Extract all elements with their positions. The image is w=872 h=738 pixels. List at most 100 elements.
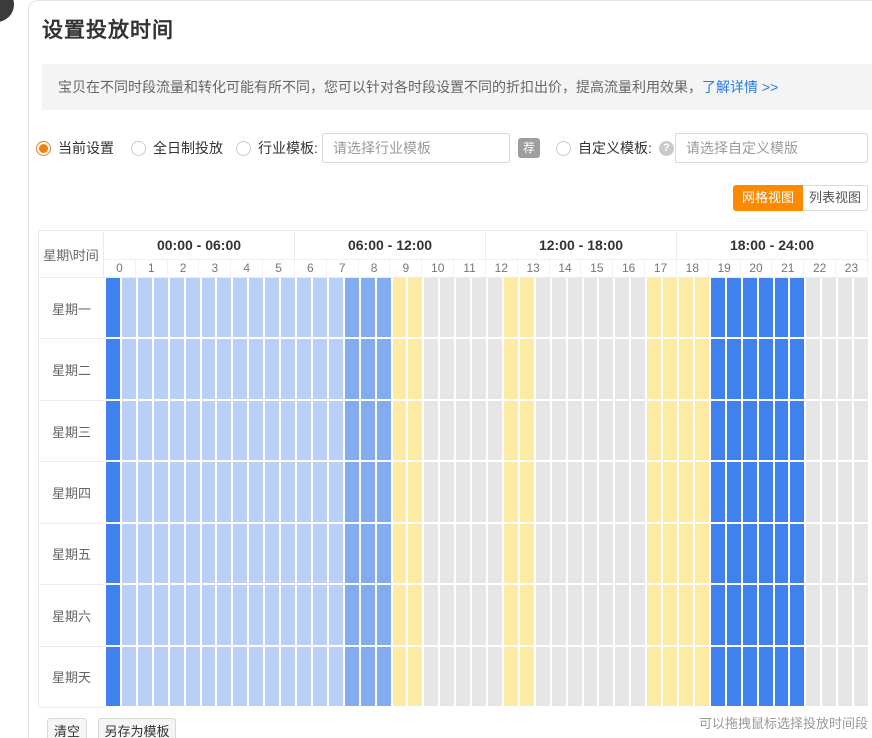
time-slot-cell[interactable] bbox=[329, 278, 343, 337]
time-slot-cell[interactable] bbox=[806, 585, 820, 644]
time-slot-cell[interactable] bbox=[568, 524, 582, 583]
time-slot-cell[interactable] bbox=[520, 585, 534, 644]
custom-template-select[interactable] bbox=[675, 133, 868, 163]
time-slot-cell[interactable] bbox=[440, 585, 454, 644]
time-slot-cell[interactable] bbox=[647, 401, 661, 460]
time-slot-cell[interactable] bbox=[361, 524, 375, 583]
time-slot-cell[interactable] bbox=[249, 339, 263, 398]
time-slot-cell[interactable] bbox=[456, 339, 470, 398]
time-slot-cell[interactable] bbox=[106, 647, 120, 706]
time-slot-cell[interactable] bbox=[297, 339, 311, 398]
time-slot-cell[interactable] bbox=[615, 401, 629, 460]
time-slot-cell[interactable] bbox=[759, 585, 773, 644]
time-slot-cell[interactable] bbox=[170, 339, 184, 398]
time-slot-cell[interactable] bbox=[488, 339, 502, 398]
time-slot-cell[interactable] bbox=[472, 462, 486, 521]
time-slot-cell[interactable] bbox=[138, 462, 152, 521]
time-slot-cell[interactable] bbox=[504, 339, 518, 398]
time-slot-cell[interactable] bbox=[456, 524, 470, 583]
time-slot-cell[interactable] bbox=[297, 524, 311, 583]
time-slot-cell[interactable] bbox=[345, 278, 359, 337]
time-slot-cell[interactable] bbox=[536, 585, 550, 644]
time-slot-cell[interactable] bbox=[838, 524, 852, 583]
time-slot-cell[interactable] bbox=[838, 585, 852, 644]
time-slot-cell[interactable] bbox=[727, 401, 741, 460]
time-slot-cell[interactable] bbox=[217, 278, 231, 337]
time-slot-cell[interactable] bbox=[775, 647, 789, 706]
time-slot-cell[interactable] bbox=[313, 462, 327, 521]
time-slot-cell[interactable] bbox=[631, 401, 645, 460]
tab-grid-view[interactable]: 网格视图 bbox=[733, 185, 803, 211]
time-slot-cell[interactable] bbox=[329, 401, 343, 460]
time-slot-cell[interactable] bbox=[329, 524, 343, 583]
time-slot-cell[interactable] bbox=[838, 462, 852, 521]
learn-more-link[interactable]: 了解详情 >> bbox=[702, 79, 778, 95]
time-slot-cell[interactable] bbox=[822, 585, 836, 644]
time-slot-cell[interactable] bbox=[647, 585, 661, 644]
time-slot-cell[interactable] bbox=[361, 585, 375, 644]
time-slot-cell[interactable] bbox=[202, 585, 216, 644]
time-slot-cell[interactable] bbox=[456, 462, 470, 521]
time-slot-cell[interactable] bbox=[106, 278, 120, 337]
time-slot-cell[interactable] bbox=[695, 462, 709, 521]
time-slot-cell[interactable] bbox=[775, 278, 789, 337]
time-slot-cell[interactable] bbox=[615, 278, 629, 337]
save-as-template-button[interactable]: 另存为模板 bbox=[98, 718, 176, 738]
time-slot-cell[interactable] bbox=[775, 401, 789, 460]
time-slot-cell[interactable] bbox=[233, 647, 247, 706]
time-slot-cell[interactable] bbox=[217, 339, 231, 398]
time-slot-cell[interactable] bbox=[186, 339, 200, 398]
tab-list-view[interactable]: 列表视图 bbox=[803, 185, 868, 211]
time-slot-cell[interactable] bbox=[663, 585, 677, 644]
time-slot-cell[interactable] bbox=[456, 278, 470, 337]
time-slot-cell[interactable] bbox=[743, 585, 757, 644]
time-slot-cell[interactable] bbox=[393, 585, 407, 644]
time-slot-cell[interactable] bbox=[106, 462, 120, 521]
time-slot-cell[interactable] bbox=[122, 647, 136, 706]
time-slot-cell[interactable] bbox=[249, 647, 263, 706]
time-slot-cell[interactable] bbox=[584, 339, 598, 398]
time-slot-cell[interactable] bbox=[599, 647, 613, 706]
time-slot-cell[interactable] bbox=[297, 647, 311, 706]
time-slot-cell[interactable] bbox=[775, 462, 789, 521]
time-slot-cell[interactable] bbox=[822, 278, 836, 337]
time-slot-cell[interactable] bbox=[424, 585, 438, 644]
time-slot-cell[interactable] bbox=[790, 462, 804, 521]
time-slot-cell[interactable] bbox=[138, 278, 152, 337]
time-slot-cell[interactable] bbox=[647, 647, 661, 706]
time-slot-cell[interactable] bbox=[806, 278, 820, 337]
time-slot-cell[interactable] bbox=[695, 339, 709, 398]
time-slot-cell[interactable] bbox=[472, 524, 486, 583]
time-slot-cell[interactable] bbox=[759, 278, 773, 337]
time-slot-cell[interactable] bbox=[345, 524, 359, 583]
time-slot-cell[interactable] bbox=[488, 524, 502, 583]
time-slot-cell[interactable] bbox=[122, 401, 136, 460]
radio-current-setting[interactable]: 当前设置 bbox=[36, 133, 114, 163]
time-slot-cell[interactable] bbox=[695, 278, 709, 337]
time-slot-cell[interactable] bbox=[170, 462, 184, 521]
radio-fulltime[interactable]: 全日制投放 bbox=[131, 133, 223, 163]
time-slot-cell[interactable] bbox=[265, 401, 279, 460]
time-slot-cell[interactable] bbox=[711, 647, 725, 706]
time-slot-cell[interactable] bbox=[520, 647, 534, 706]
time-slot-cell[interactable] bbox=[186, 401, 200, 460]
time-slot-cell[interactable] bbox=[440, 401, 454, 460]
time-slot-cell[interactable] bbox=[536, 339, 550, 398]
time-slot-cell[interactable] bbox=[679, 524, 693, 583]
time-slot-cell[interactable] bbox=[154, 278, 168, 337]
time-slot-cell[interactable] bbox=[456, 585, 470, 644]
time-slot-cell[interactable] bbox=[568, 339, 582, 398]
time-slot-cell[interactable] bbox=[377, 278, 391, 337]
time-slot-cell[interactable] bbox=[631, 278, 645, 337]
time-slot-cell[interactable] bbox=[727, 278, 741, 337]
time-slot-cell[interactable] bbox=[679, 401, 693, 460]
time-slot-cell[interactable] bbox=[743, 524, 757, 583]
time-slot-cell[interactable] bbox=[138, 585, 152, 644]
time-slot-cell[interactable] bbox=[281, 647, 295, 706]
time-slot-cell[interactable] bbox=[647, 339, 661, 398]
time-slot-cell[interactable] bbox=[377, 401, 391, 460]
time-slot-cell[interactable] bbox=[584, 401, 598, 460]
time-slot-cell[interactable] bbox=[695, 585, 709, 644]
time-slot-cell[interactable] bbox=[584, 524, 598, 583]
time-slot-cell[interactable] bbox=[313, 339, 327, 398]
